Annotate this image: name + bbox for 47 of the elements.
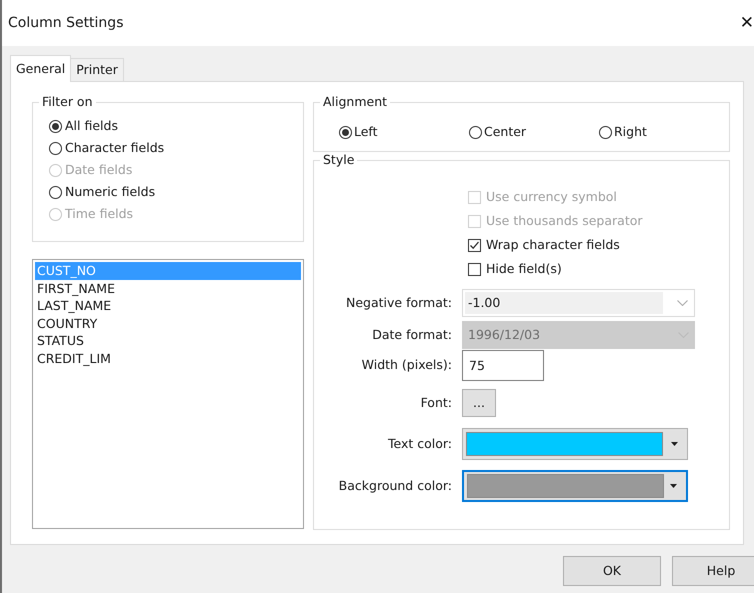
group-title: Alignment <box>320 94 390 110</box>
dialog-button[interactable]: OK <box>563 556 661 586</box>
chevron-icon <box>677 300 688 306</box>
radio-label: Center <box>484 122 526 141</box>
list-item[interactable]: CREDIT_LIM <box>35 350 301 367</box>
radio-button[interactable] <box>469 126 482 138</box>
checkbox[interactable] <box>468 263 481 276</box>
radio-label: Character fields <box>65 139 164 158</box>
radio-label: Left <box>354 122 378 141</box>
color-picker[interactable] <box>462 428 688 460</box>
group-title: Style <box>320 152 358 168</box>
field-label: Font: <box>420 394 452 412</box>
radio-label: Time fields <box>65 205 134 224</box>
checkbox-label: Wrap character fields <box>486 236 620 254</box>
caret-icon <box>670 484 677 488</box>
caret-icon <box>671 442 678 446</box>
checkbox[interactable] <box>468 239 481 252</box>
radio-label: All fields <box>65 117 118 136</box>
width-input[interactable]: 75 <box>462 350 544 381</box>
font-button[interactable]: ... <box>462 389 496 417</box>
tab[interactable]: General <box>10 55 72 82</box>
field-label: Width (pixels): <box>360 356 452 374</box>
radio-label: Numeric fields <box>65 183 156 202</box>
radio-button[interactable] <box>49 120 62 133</box>
dropdown[interactable]: -1.00 <box>462 289 695 317</box>
checkbox-label: Use currency symbol <box>486 188 617 206</box>
color-picker[interactable] <box>462 470 688 502</box>
list-item[interactable]: FIRST_NAME <box>35 280 301 297</box>
field-label: Background color: <box>338 476 452 495</box>
close-button[interactable]: ✕ <box>738 14 754 32</box>
window-title: Column Settings <box>8 14 124 32</box>
radio-button[interactable] <box>49 186 62 199</box>
radio-label: Date fields <box>65 161 132 180</box>
dialog-button[interactable]: Help <box>672 556 754 586</box>
radio-button[interactable] <box>599 126 612 138</box>
list-item[interactable]: STATUS <box>35 332 301 350</box>
radio-button[interactable] <box>339 126 352 138</box>
field-label: Date format: <box>371 326 452 344</box>
radio-button[interactable] <box>49 142 62 155</box>
checkbox-label: Use thousands separator <box>486 212 643 230</box>
checkbox-label: Hide field(s) <box>486 260 562 278</box>
radio-label: Right <box>614 122 647 141</box>
list-item[interactable]: LAST_NAME <box>35 297 301 314</box>
field-label: Negative format: <box>345 294 452 312</box>
list-item[interactable]: COUNTRY <box>35 314 301 332</box>
field-label: Text color: <box>386 434 452 453</box>
tab[interactable]: Printer <box>71 58 124 81</box>
